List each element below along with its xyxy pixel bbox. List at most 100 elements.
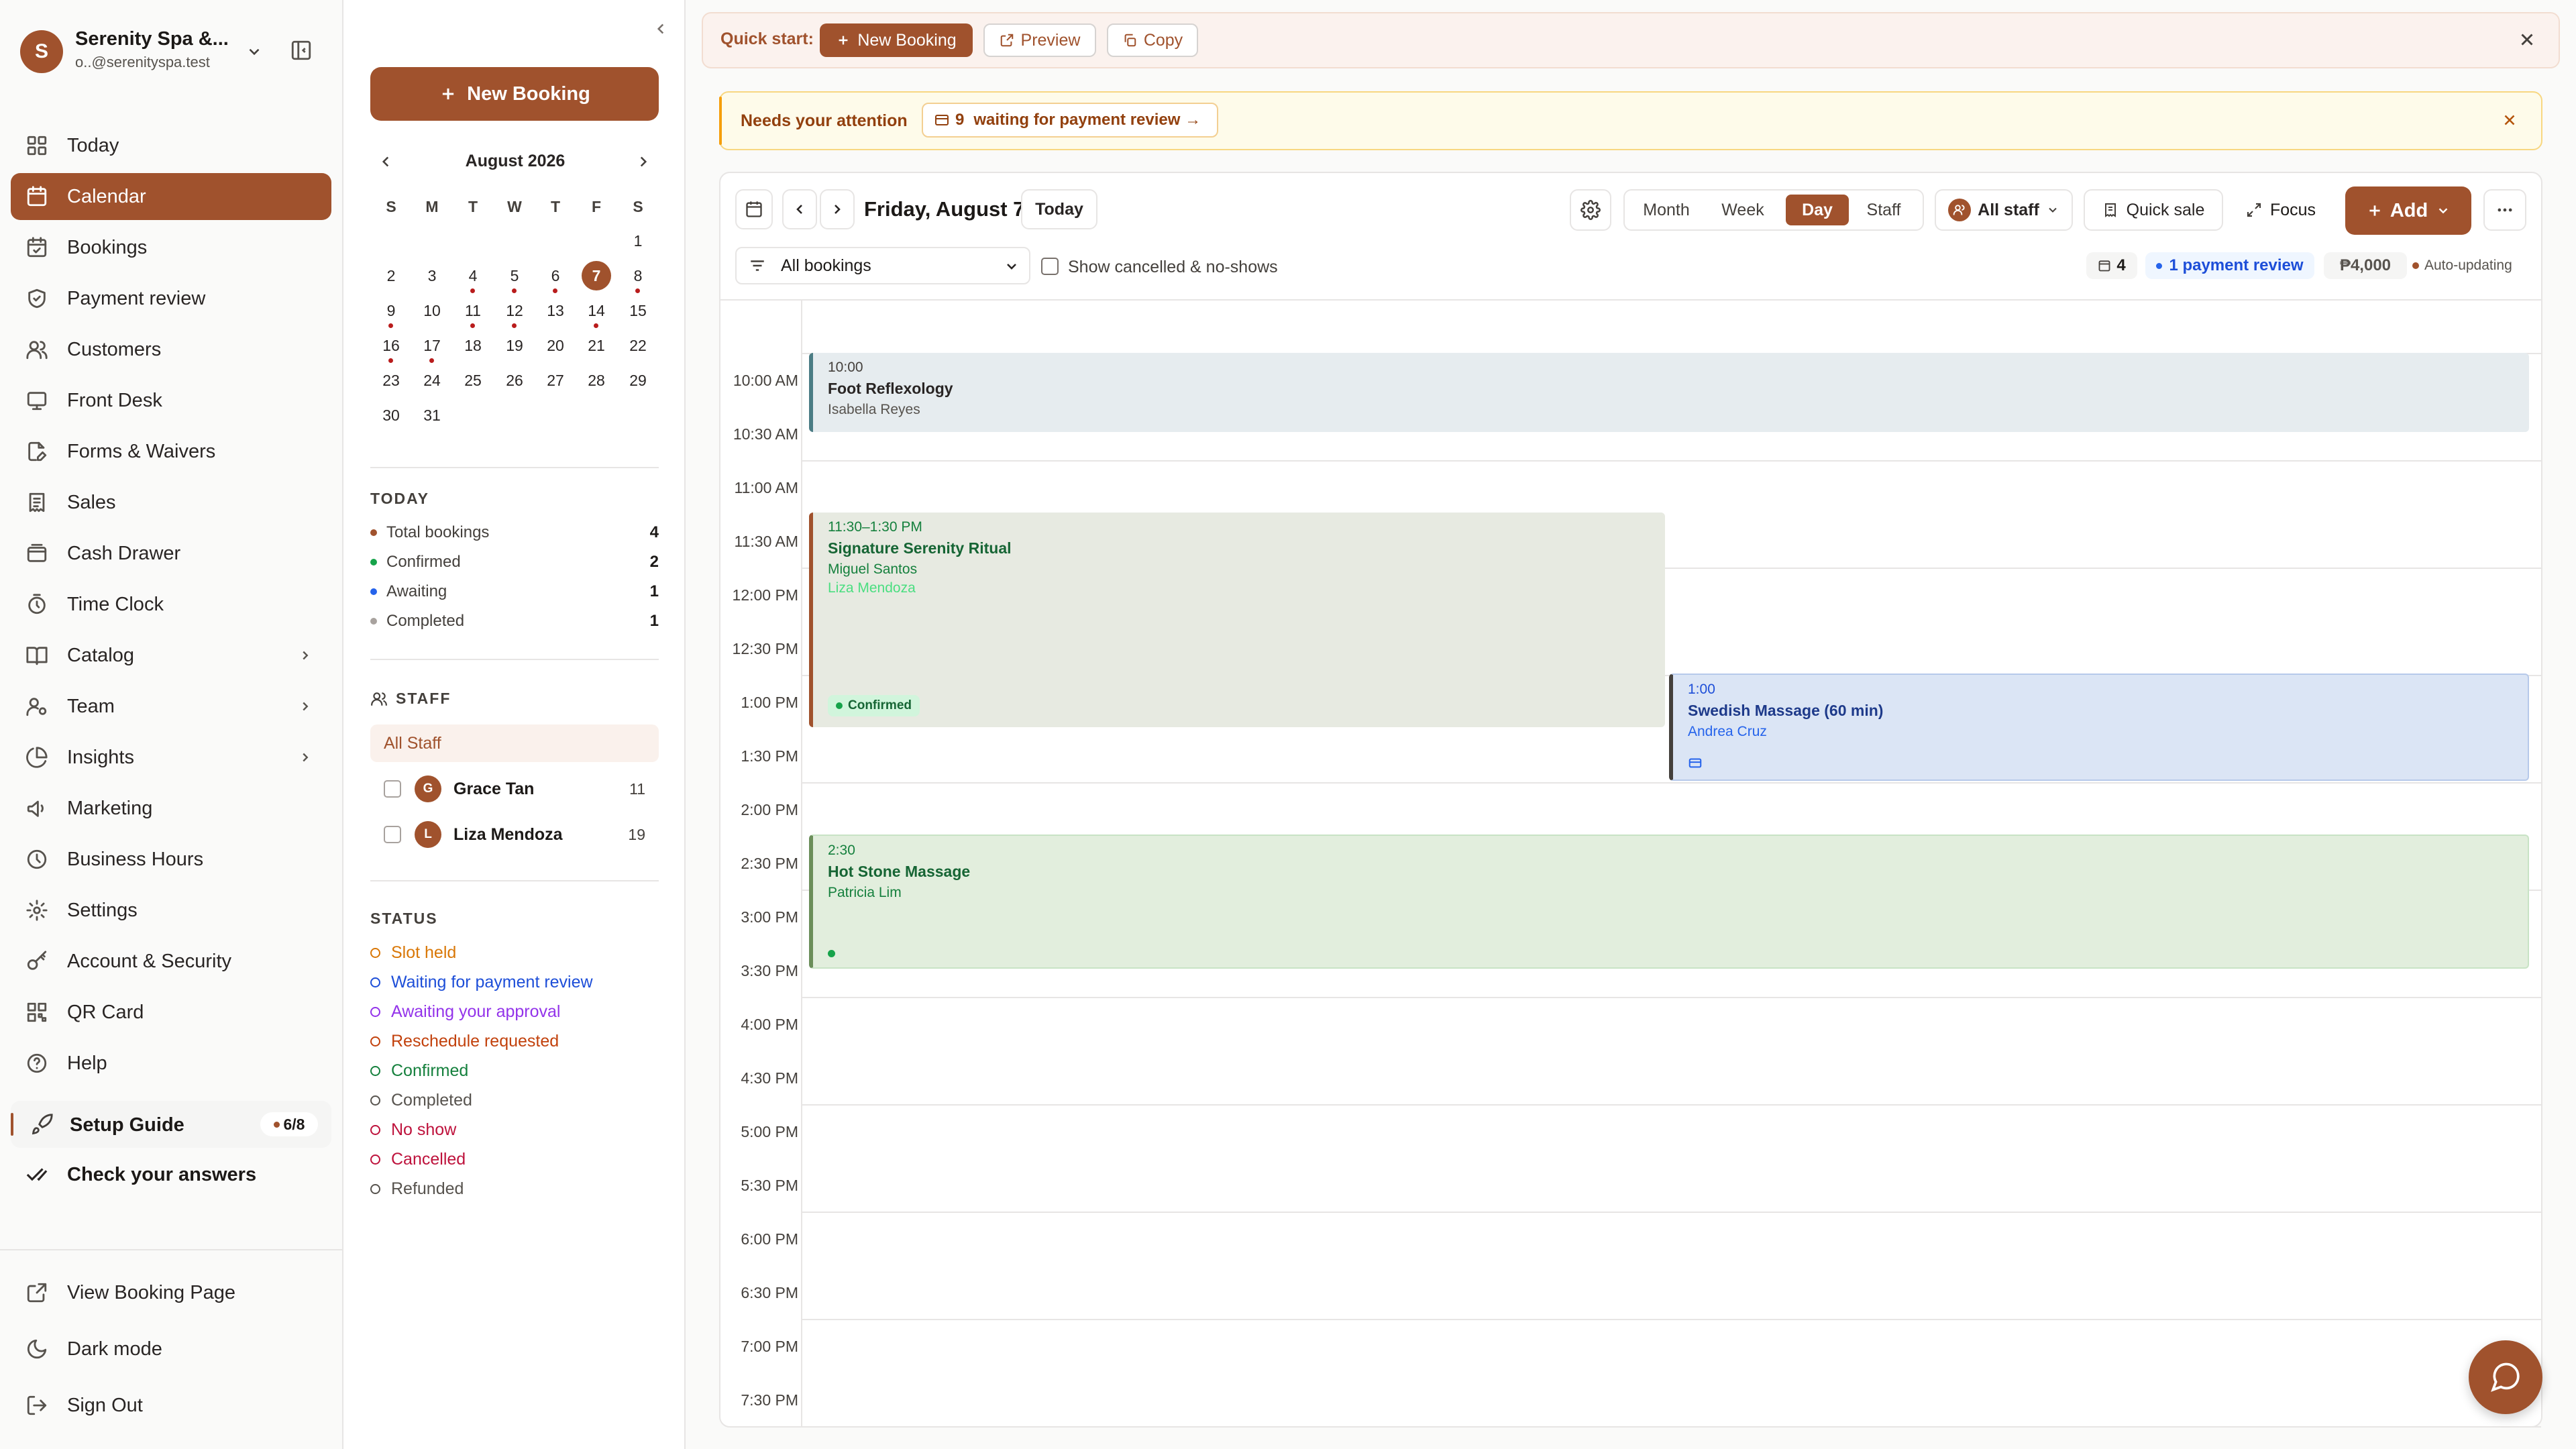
booking-event[interactable]: 1:00 Swedish Massage (60 min) Andrea Cru… xyxy=(1669,674,2529,781)
mini-calendar-day[interactable]: 27 xyxy=(535,364,576,397)
sidebar-item-today[interactable]: Today xyxy=(11,122,331,169)
mini-calendar-day[interactable]: 5 xyxy=(494,259,535,292)
mini-calendar-day[interactable]: 6 xyxy=(535,259,576,292)
mini-calendar-day[interactable]: 12 xyxy=(494,294,535,327)
check-answers[interactable]: Check your answers xyxy=(11,1151,331,1198)
sidebar-item-marketing[interactable]: Marketing xyxy=(11,785,331,832)
mini-calendar-day[interactable]: 24 xyxy=(411,364,453,397)
sidebar-item-team[interactable]: Team xyxy=(11,683,331,730)
next-day-button[interactable] xyxy=(820,189,855,229)
mini-calendar-day[interactable]: 17 xyxy=(411,329,453,362)
staff-checkbox[interactable] xyxy=(384,780,401,798)
sidebar-item-payment-review[interactable]: Payment review xyxy=(11,275,331,322)
quick-sale-button[interactable]: Quick sale xyxy=(2084,189,2223,231)
staff-checkbox[interactable] xyxy=(384,826,401,843)
show-cancelled-checkbox[interactable] xyxy=(1041,258,1059,275)
copy-button[interactable]: Copy xyxy=(1107,23,1198,57)
sidebar-item-calendar[interactable]: Calendar xyxy=(11,173,331,220)
staff-filter-item[interactable]: G Grace Tan 11 xyxy=(370,770,659,808)
sidebar-item-time-clock[interactable]: Time Clock xyxy=(11,581,331,628)
close-icon[interactable] xyxy=(2501,111,2518,129)
mini-calendar-day[interactable]: 23 xyxy=(370,364,412,397)
status-legend-item[interactable]: Cancelled xyxy=(370,1146,466,1173)
mini-calendar-day[interactable]: 21 xyxy=(576,329,617,362)
mini-calendar-day[interactable]: 9 xyxy=(370,294,412,327)
mini-calendar-day[interactable]: 7 xyxy=(582,261,611,290)
mini-calendar-day[interactable]: 22 xyxy=(617,329,659,362)
tab-day[interactable]: Day xyxy=(1786,195,1849,225)
setup-guide[interactable]: Setup Guide 6/8 xyxy=(11,1101,331,1148)
prev-day-button[interactable] xyxy=(782,189,817,229)
sidebar-item-customers[interactable]: Customers xyxy=(11,326,331,373)
account-switcher[interactable]: S Serenity Spa &... o..@serenityspa.test xyxy=(20,28,275,75)
booking-event[interactable]: 10:00 Foot Reflexology Isabella Reyes xyxy=(809,353,2529,432)
close-icon[interactable] xyxy=(2517,30,2537,50)
mini-calendar-day[interactable]: 16 xyxy=(370,329,412,362)
staff-filter-item[interactable]: L Liza Mendoza 19 xyxy=(370,816,659,853)
preview-button[interactable]: Preview xyxy=(983,23,1096,57)
mini-calendar-day[interactable]: 15 xyxy=(617,294,659,327)
sidebar-item-settings[interactable]: Settings xyxy=(11,887,331,934)
sidebar-item-catalog[interactable]: Catalog xyxy=(11,632,331,679)
status-legend-item[interactable]: Confirmed xyxy=(370,1057,468,1084)
status-legend-item[interactable]: Awaiting your approval xyxy=(370,998,560,1025)
mini-calendar-day[interactable]: 31 xyxy=(411,398,453,432)
mini-calendar-day[interactable]: 1 xyxy=(617,224,659,258)
tab-staff[interactable]: Staff xyxy=(1849,195,1919,225)
calendar-settings-button[interactable] xyxy=(1570,189,1611,231)
mini-calendar-day[interactable]: 26 xyxy=(494,364,535,397)
status-legend-item[interactable]: No show xyxy=(370,1116,456,1143)
booking-event[interactable]: 11:30–1:30 PM Signature Serenity Ritual … xyxy=(809,513,1665,727)
mini-calendar-day[interactable]: 14 xyxy=(576,294,617,327)
sidebar-item-sign-out[interactable]: Sign Out xyxy=(11,1382,331,1429)
sidebar-item-bookings[interactable]: Bookings xyxy=(11,224,331,271)
sidebar-item-cash-drawer[interactable]: Cash Drawer xyxy=(11,530,331,577)
booking-filter-select[interactable]: All bookings xyxy=(735,247,1030,284)
quick-new-booking-button[interactable]: New Booking xyxy=(820,23,973,57)
mini-calendar-day[interactable]: 13 xyxy=(535,294,576,327)
sidebar-item-dark-mode[interactable]: Dark mode xyxy=(11,1326,331,1373)
collapse-sidebar-icon[interactable] xyxy=(290,39,313,62)
chat-button[interactable] xyxy=(2469,1340,2542,1414)
all-staff-filter[interactable]: All Staff xyxy=(370,724,659,762)
mini-calendar-day[interactable]: 25 xyxy=(452,364,494,397)
sidebar-item-qr-card[interactable]: QR Card xyxy=(11,989,331,1036)
status-legend-item[interactable]: Slot held xyxy=(370,939,456,966)
sidebar-item-forms-and-waivers[interactable]: Forms & Waivers xyxy=(11,428,331,475)
tab-week[interactable]: Week xyxy=(1705,195,1780,225)
collapse-panel-icon[interactable] xyxy=(652,20,669,38)
mini-calendar-day[interactable]: 3 xyxy=(411,259,453,292)
mini-calendar-day[interactable]: 19 xyxy=(494,329,535,362)
sidebar-item-help[interactable]: Help xyxy=(11,1040,331,1087)
prev-month-icon[interactable] xyxy=(377,153,394,170)
status-legend-item[interactable]: Refunded xyxy=(370,1175,464,1202)
mini-calendar-day[interactable]: 28 xyxy=(576,364,617,397)
new-booking-button[interactable]: New Booking xyxy=(370,67,659,121)
mini-calendar-day[interactable]: 8 xyxy=(617,259,659,292)
status-legend-item[interactable]: Reschedule requested xyxy=(370,1028,559,1055)
sidebar-item-insights[interactable]: Insights xyxy=(11,734,331,781)
date-picker-button[interactable] xyxy=(735,189,773,229)
mini-calendar-day[interactable]: 29 xyxy=(617,364,659,397)
sidebar-item-account-and-security[interactable]: Account & Security xyxy=(11,938,331,985)
sidebar-item-front-desk[interactable]: Front Desk xyxy=(11,377,331,424)
booking-event[interactable]: 2:30 Hot Stone Massage Patricia Lim xyxy=(809,835,2529,969)
status-legend-item[interactable]: Waiting for payment review xyxy=(370,969,593,996)
more-options-button[interactable] xyxy=(2483,189,2526,231)
mini-calendar-day[interactable]: 2 xyxy=(370,259,412,292)
sidebar-item-sales[interactable]: Sales xyxy=(11,479,331,526)
mini-calendar-day[interactable]: 10 xyxy=(411,294,453,327)
sidebar-item-business-hours[interactable]: Business Hours xyxy=(11,836,331,883)
payment-review-badge[interactable]: 1 payment review xyxy=(2145,252,2314,279)
sidebar-item-view-booking-page[interactable]: View Booking Page xyxy=(11,1269,331,1316)
next-month-icon[interactable] xyxy=(635,153,652,170)
staff-filter-dropdown[interactable]: All staff xyxy=(1935,189,2073,231)
mini-calendar-day[interactable]: 11 xyxy=(452,294,494,327)
mini-calendar-day[interactable]: 4 xyxy=(452,259,494,292)
today-button[interactable]: Today xyxy=(1021,189,1097,229)
focus-button[interactable]: Focus xyxy=(2234,189,2328,231)
mini-calendar-day[interactable]: 20 xyxy=(535,329,576,362)
tab-month[interactable]: Month xyxy=(1631,195,1701,225)
payment-review-link[interactable]: 9 waiting for payment review → xyxy=(922,103,1218,138)
status-legend-item[interactable]: Completed xyxy=(370,1087,472,1114)
